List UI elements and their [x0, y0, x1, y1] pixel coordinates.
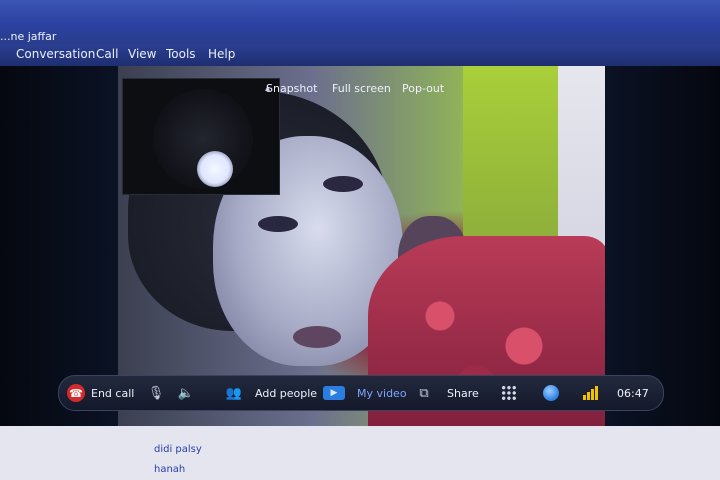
- my-video-button[interactable]: ▶ My video: [323, 376, 407, 410]
- full-screen-button[interactable]: Full screen: [332, 82, 391, 95]
- add-people-button[interactable]: 👥 Add people: [221, 376, 317, 410]
- contact-item[interactable]: hanah: [154, 464, 185, 475]
- dialpad-icon: [501, 385, 517, 401]
- dialpad-button[interactable]: [501, 376, 517, 410]
- signal-bar: [583, 395, 586, 400]
- signal-bar: [595, 386, 598, 400]
- end-call-icon: ☎: [67, 384, 85, 402]
- person-eye-left: [258, 216, 298, 232]
- snapshot-button[interactable]: Snapshot: [266, 82, 317, 95]
- microphone-icon: 🎙: [147, 385, 165, 401]
- share-icon: ⧉: [419, 385, 429, 401]
- call-timer: 06:47: [617, 376, 649, 410]
- self-light-source: [197, 151, 233, 187]
- background-wall: [463, 66, 558, 236]
- share-button[interactable]: ⧉ Share: [411, 376, 479, 410]
- speaker-button[interactable]: 🔈: [175, 376, 197, 410]
- video-margin-left: [0, 66, 118, 426]
- pop-out-button[interactable]: Pop-out: [402, 82, 444, 95]
- speaker-icon: 🔈: [177, 385, 195, 401]
- signal-icon: [583, 386, 598, 400]
- signal-bar: [591, 389, 594, 400]
- self-view-video[interactable]: ▴: [122, 78, 280, 195]
- globe-button[interactable]: [543, 376, 559, 410]
- share-label: Share: [447, 386, 479, 400]
- call-toolbar: ☎ End call 🎙 🔈 👥 Add people ▶ My video ⧉…: [58, 375, 664, 411]
- menu-help[interactable]: Help: [208, 47, 235, 61]
- menu-call[interactable]: Call: [96, 47, 118, 61]
- menu-bar: Conversation Call View Tools Help: [0, 44, 720, 66]
- my-video-label: My video: [357, 386, 407, 400]
- contact-item[interactable]: didi palsy: [154, 444, 202, 455]
- end-call-button[interactable]: ☎ End call: [67, 376, 134, 410]
- call-duration: 06:47: [617, 386, 649, 400]
- mute-button[interactable]: 🎙: [145, 376, 167, 410]
- menu-tools[interactable]: Tools: [166, 47, 196, 61]
- video-camera-icon: ▶: [323, 386, 345, 400]
- menu-conversation[interactable]: Conversation: [16, 47, 95, 61]
- video-margin-right: [605, 66, 720, 426]
- add-people-label: Add people: [255, 386, 318, 400]
- contacts-panel: didi palsy hanah: [0, 426, 720, 480]
- title-bar: ...ne jaffar: [0, 0, 720, 44]
- add-people-icon: 👥: [225, 385, 243, 401]
- window-title: ...ne jaffar: [0, 30, 57, 43]
- globe-icon: [543, 385, 559, 401]
- menu-view[interactable]: View: [128, 47, 156, 61]
- call-quality-indicator[interactable]: [583, 376, 598, 410]
- person-eye-right: [323, 176, 363, 192]
- person-mouth: [293, 326, 341, 348]
- signal-bar: [587, 392, 590, 400]
- end-call-label: End call: [91, 386, 135, 400]
- video-area: ▴ Snapshot Full screen Pop-out: [0, 66, 720, 426]
